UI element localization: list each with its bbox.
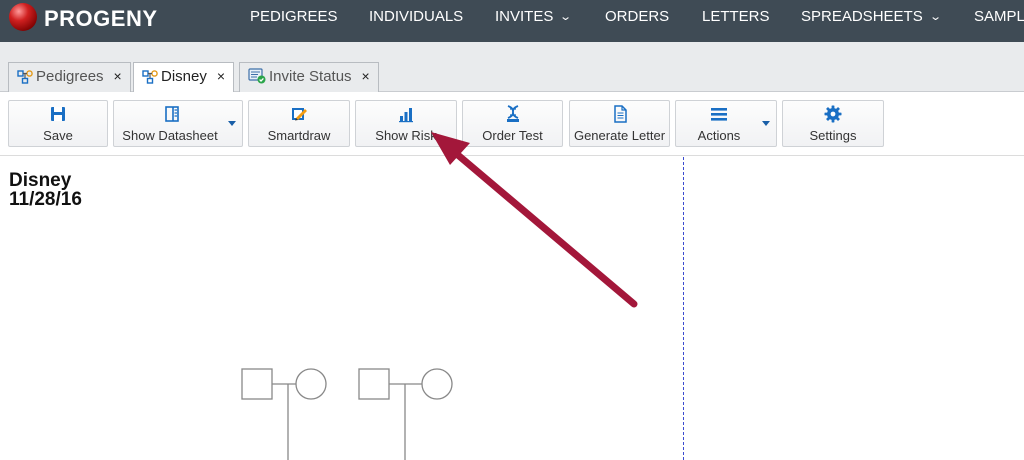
settings-button[interactable]: Settings <box>782 100 884 147</box>
close-icon[interactable]: × <box>114 68 122 84</box>
menu-icon <box>711 108 727 121</box>
smartdraw-label: Smartdraw <box>267 128 331 143</box>
tab-pedigrees[interactable]: Pedigrees × <box>8 62 131 92</box>
tab-pedigrees-label: Pedigrees <box>36 68 104 85</box>
chevron-down-icon: ⌄ <box>928 11 942 23</box>
nav-orders[interactable]: ORDERS <box>605 8 669 25</box>
pedigree-icon <box>17 70 33 84</box>
show-risk-button[interactable]: Show Risk <box>355 100 457 147</box>
tab-disney[interactable]: Disney × <box>133 62 235 93</box>
chevron-down-icon[interactable] <box>228 121 236 126</box>
document-tab-bar: Pedigrees × Disney × Invite Status × <box>0 42 1024 93</box>
tab-disney-label: Disney <box>161 68 207 85</box>
close-icon[interactable]: × <box>362 68 370 84</box>
save-icon <box>51 107 65 121</box>
close-icon[interactable]: × <box>217 68 225 84</box>
bar-chart-icon <box>399 108 413 123</box>
nav-letters[interactable]: LETTERS <box>702 8 770 25</box>
actions-label: Actions <box>697 128 741 143</box>
male-individual-symbol[interactable] <box>358 368 390 400</box>
nav-orders-label: ORDERS <box>605 8 670 25</box>
nav-invites[interactable]: INVITES ⌄ <box>495 8 573 25</box>
nav-individuals-label: INDIVIDUALS <box>369 8 464 25</box>
order-test-button[interactable]: Order Test <box>462 100 563 147</box>
male-individual-symbol[interactable] <box>241 368 273 400</box>
invite-status-icon <box>248 68 266 84</box>
show-risk-label: Show Risk <box>375 128 437 143</box>
female-individual-symbol[interactable] <box>295 368 327 400</box>
progeny-logo-icon <box>9 3 37 31</box>
nav-samples-label: SAMPL <box>974 8 1024 25</box>
female-individual-symbol[interactable] <box>421 368 453 400</box>
show-datasheet-button[interactable]: Show Datasheet <box>113 100 243 147</box>
chevron-down-icon: ⌄ <box>559 11 573 23</box>
dna-icon <box>506 105 519 122</box>
nav-invites-label: INVITES <box>495 8 554 25</box>
nav-letters-label: LETTERS <box>702 8 770 25</box>
settings-label: Settings <box>809 128 857 143</box>
brand-name[interactable]: PROGENY <box>44 6 158 32</box>
generate-letter-button[interactable]: Generate Letter <box>569 100 670 147</box>
gear-icon <box>824 105 842 123</box>
nav-pedigrees[interactable]: PEDIGREES <box>250 8 338 25</box>
chevron-down-icon[interactable] <box>762 121 770 126</box>
page-break-line <box>683 157 684 460</box>
pedigree-toolbar: Save Show Datasheet Smartdraw Show Risk <box>0 92 1024 156</box>
nav-spreadsheets-label: SPREADSHEETS <box>801 8 923 25</box>
document-icon <box>613 105 627 123</box>
actions-button[interactable]: Actions <box>675 100 777 147</box>
nav-individuals[interactable]: INDIVIDUALS <box>369 8 463 25</box>
pedigree-icon <box>142 70 158 84</box>
tab-invite-status-label: Invite Status <box>269 68 352 85</box>
couple-2 <box>358 368 453 460</box>
nav-samples[interactable]: SAMPL <box>974 8 1024 25</box>
show-datasheet-label: Show Datasheet <box>122 128 218 143</box>
save-button-label: Save <box>43 128 73 143</box>
smartdraw-button[interactable]: Smartdraw <box>248 100 350 147</box>
top-navbar: PROGENY PEDIGREES INDIVIDUALS INVITES ⌄ O… <box>0 0 1024 42</box>
nav-spreadsheets[interactable]: SPREADSHEETS ⌄ <box>801 8 942 25</box>
datasheet-icon <box>165 106 179 122</box>
couple-1 <box>241 368 327 460</box>
smartdraw-icon <box>292 108 307 121</box>
nav-pedigrees-label: PEDIGREES <box>250 8 338 25</box>
order-test-label: Order Test <box>482 128 543 143</box>
pedigree-drawing <box>241 368 453 460</box>
generate-letter-label: Generate Letter <box>573 128 666 143</box>
pedigree-canvas[interactable]: Disney 11/28/16 <box>0 157 1024 460</box>
tab-invite-status[interactable]: Invite Status × <box>239 62 379 92</box>
save-button[interactable]: Save <box>8 100 108 147</box>
